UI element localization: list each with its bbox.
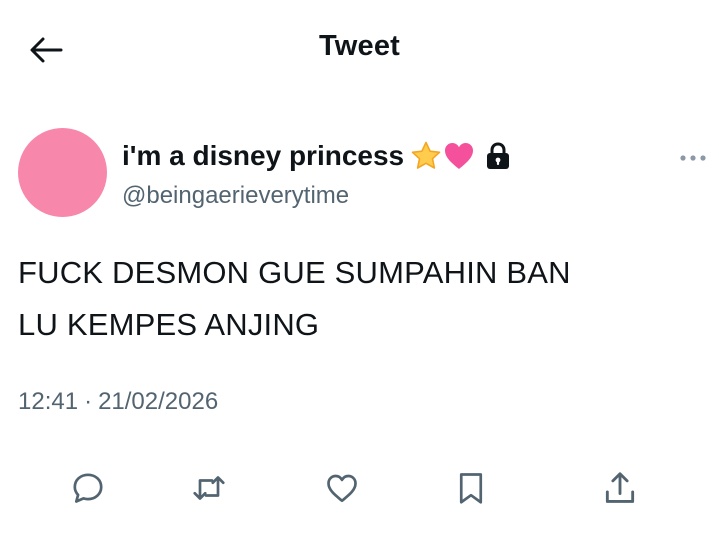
- retweet-button[interactable]: [187, 466, 231, 510]
- like-button[interactable]: [320, 466, 364, 510]
- star-emoji-icon: [410, 140, 442, 172]
- tweet-date: 21/02/2026: [98, 388, 219, 415]
- user-handle[interactable]: @beingaerieverytime: [122, 182, 349, 210]
- more-dots-icon: [680, 155, 706, 161]
- top-bar: Tweet: [0, 0, 719, 100]
- avatar[interactable]: [18, 128, 107, 217]
- more-options-button[interactable]: [676, 148, 710, 168]
- retweet-icon: [193, 476, 225, 500]
- tweet-actions-bar: [0, 462, 719, 514]
- author-name-row: i'm a disney princess: [122, 138, 511, 174]
- pink-heart-emoji-icon: [443, 141, 475, 171]
- page-title: Tweet: [318, 30, 401, 62]
- lock-icon: [485, 141, 511, 171]
- share-icon: [605, 472, 635, 503]
- bookmark-button[interactable]: [449, 466, 493, 510]
- reply-button[interactable]: [66, 466, 110, 510]
- timestamp-separator: ·: [84, 388, 93, 415]
- tweet-text: FUCK DESMON GUE SUMPAHIN BAN LU KEMPES A…: [18, 255, 571, 342]
- share-button[interactable]: [598, 466, 642, 510]
- tweet-timestamp: 12:41 · 21/02/2026: [18, 388, 218, 416]
- heart-icon: [327, 474, 357, 503]
- display-name[interactable]: i'm a disney princess: [122, 140, 404, 172]
- bookmark-icon: [459, 473, 483, 504]
- tweet-time: 12:41: [18, 388, 79, 415]
- reply-icon: [73, 473, 103, 503]
